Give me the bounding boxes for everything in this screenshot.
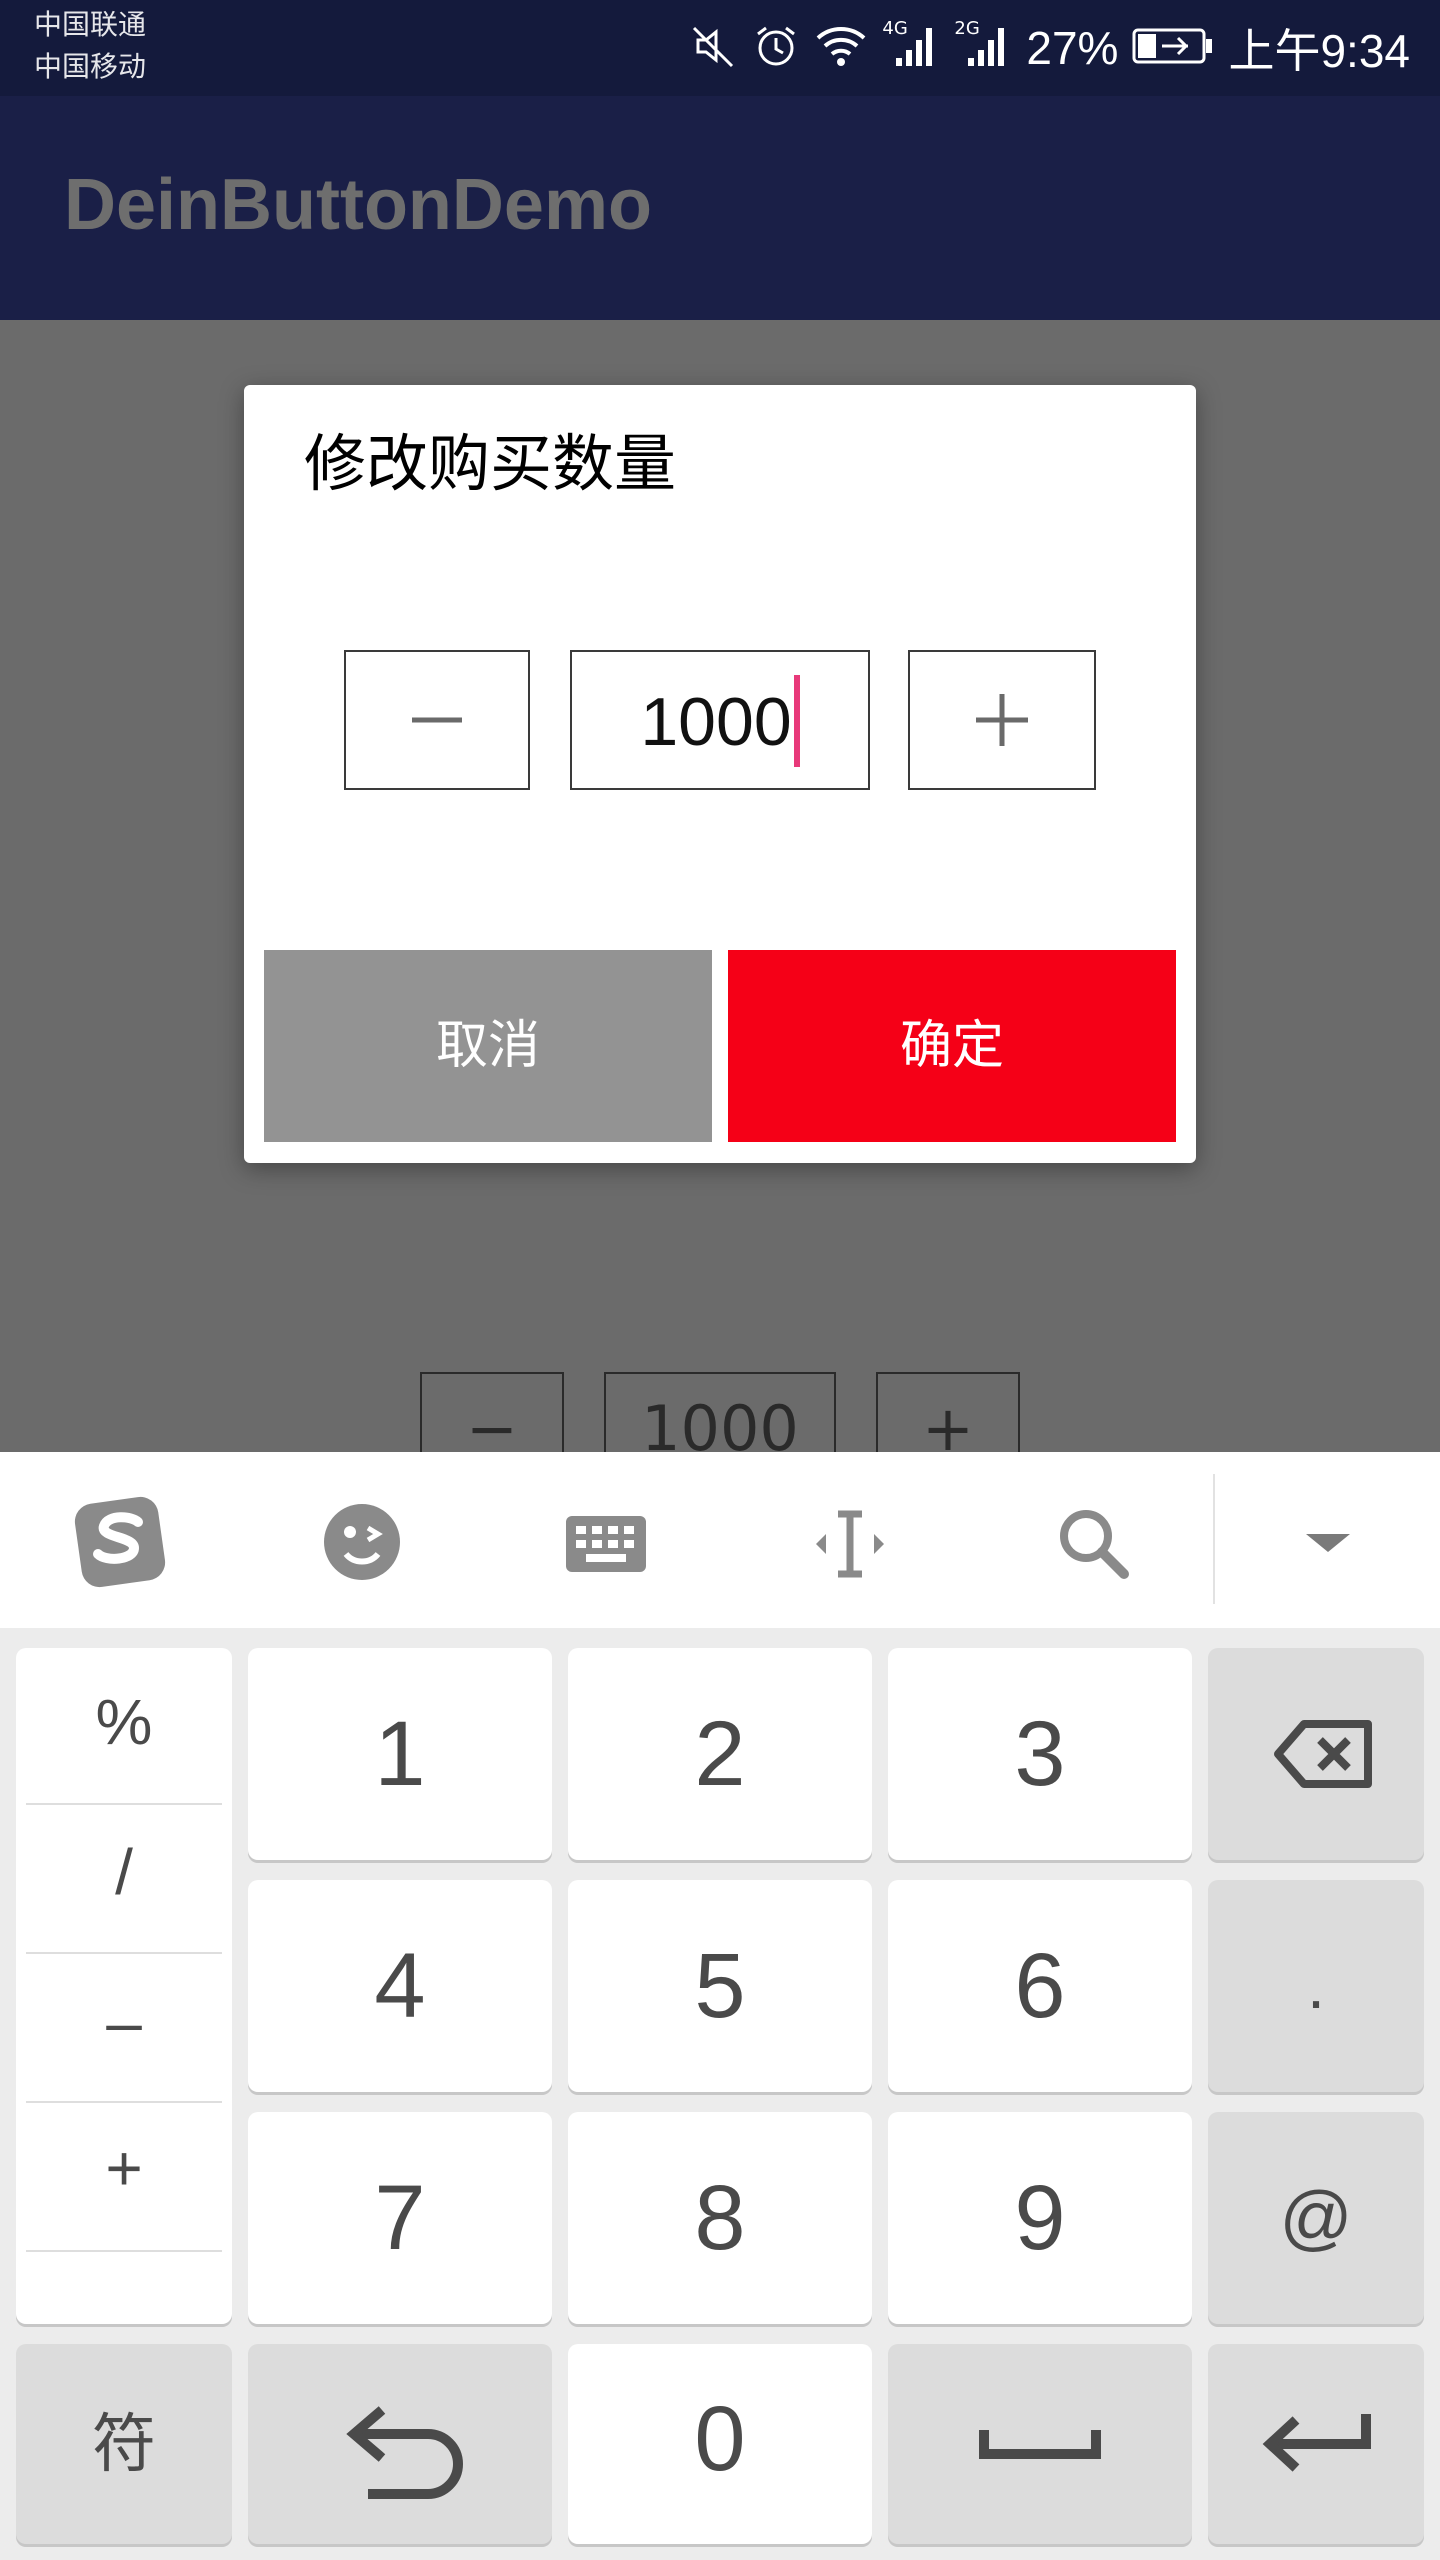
plus-button[interactable] — [908, 650, 1096, 790]
key-5[interactable]: 5 — [568, 1880, 872, 2092]
soft-keyboard: % / – + 1 2 3 4 5 6 . 7 8 9 @ 符 0 — [0, 1452, 1440, 2560]
key-minus[interactable]: – — [26, 1948, 222, 2096]
key-3[interactable]: 3 — [888, 1648, 1192, 1860]
dialog-title: 修改购买数量 — [304, 427, 677, 500]
divider — [26, 2250, 222, 2252]
battery-percent: 27% — [1026, 22, 1119, 74]
mute-icon — [690, 22, 738, 74]
key-6[interactable]: 6 — [888, 1880, 1192, 2092]
minus-button[interactable] — [344, 650, 530, 790]
space-icon — [979, 2430, 1101, 2459]
key-at[interactable]: @ — [1208, 2112, 1424, 2324]
key-percent[interactable]: % — [26, 1648, 222, 1796]
key-9[interactable]: 9 — [888, 2112, 1192, 2324]
search-icon[interactable] — [1042, 1492, 1142, 1592]
quantity-value: 1000 — [640, 684, 792, 760]
space-key[interactable] — [888, 2344, 1192, 2544]
battery-icon — [1132, 24, 1214, 72]
network-label-4g: 4G — [882, 18, 908, 39]
network-label-2g: 2G — [954, 18, 980, 39]
key-2[interactable]: 2 — [568, 1648, 872, 1860]
carrier-1: 中国联通 — [34, 8, 147, 41]
key-7[interactable]: 7 — [248, 2112, 552, 2324]
enter-icon — [1262, 2414, 1371, 2472]
signal-icon-4g: 4G — [882, 18, 940, 74]
undo-key[interactable] — [248, 2344, 552, 2544]
alarm-icon — [752, 22, 800, 74]
key-1[interactable]: 1 — [248, 1648, 552, 1860]
text-caret — [793, 675, 800, 768]
symbol-column: % / – + — [16, 1648, 232, 2324]
key-slash[interactable]: / — [26, 1798, 222, 1946]
quantity-dialog: 修改购买数量 1000 取消 确定 — [244, 385, 1196, 1163]
emoji-icon[interactable] — [312, 1492, 412, 1592]
collapse-icon[interactable] — [1278, 1492, 1378, 1592]
key-4[interactable]: 4 — [248, 1880, 552, 2092]
symbols-key[interactable]: 符 — [16, 2344, 232, 2544]
enter-key[interactable] — [1208, 2344, 1424, 2544]
key-8[interactable]: 8 — [568, 2112, 872, 2324]
key-0[interactable]: 0 — [568, 2344, 872, 2544]
status-bar: 中国联通 中国移动 4G 2G 27% 上午9:34 — [0, 0, 1440, 96]
undo-icon — [346, 2406, 463, 2499]
minus-icon — [412, 717, 462, 723]
sogou-logo-icon[interactable] — [70, 1492, 170, 1592]
app-title: DeinButtonDemo — [64, 165, 652, 245]
cancel-button[interactable]: 取消 — [264, 950, 712, 1142]
key-dot[interactable]: . — [1208, 1880, 1424, 2092]
app-bar: DeinButtonDemo — [0, 96, 1440, 320]
signal-icon-2g: 2G — [954, 18, 1012, 74]
keyboard-icon[interactable] — [556, 1492, 656, 1592]
quantity-input[interactable]: 1000 — [570, 650, 870, 790]
carrier-2: 中国移动 — [34, 50, 147, 83]
key-plus[interactable]: + — [26, 2094, 222, 2242]
cursor-icon[interactable] — [800, 1492, 900, 1592]
backspace-icon — [1274, 1720, 1372, 1788]
keyboard-toolbar — [0, 1452, 1440, 1628]
toolbar-divider — [1213, 1474, 1215, 1604]
wifi-icon — [814, 22, 868, 74]
confirm-button[interactable]: 确定 — [728, 950, 1176, 1142]
backspace-key[interactable] — [1208, 1648, 1424, 1860]
clock: 上午9:34 — [1228, 25, 1410, 77]
plus-icon — [976, 694, 1028, 746]
